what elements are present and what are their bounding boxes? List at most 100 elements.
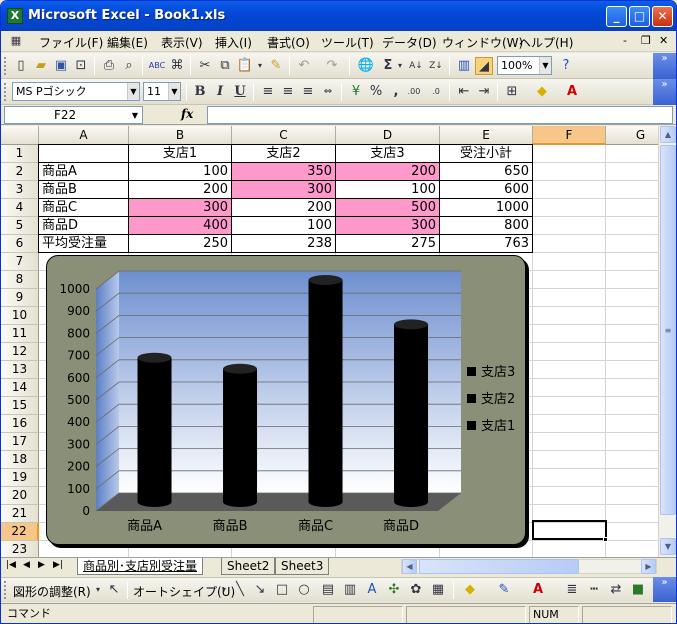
table-cell[interactable]: 100 (129, 163, 231, 180)
row-header[interactable]: 19 (1, 469, 39, 487)
align-right-icon[interactable]: ≡ (299, 83, 317, 101)
sheet-tab-1[interactable]: 商品別･支店別受注量 (77, 558, 204, 575)
scroll-thumb[interactable]: ≡ (660, 145, 676, 515)
new-icon[interactable]: ▯ (12, 57, 30, 75)
table-cell[interactable]: 600 (440, 181, 532, 198)
table-cell[interactable]: 支店2 (232, 145, 335, 162)
line-style-icon[interactable]: ≣ (563, 581, 581, 599)
table-cell[interactable]: 商品C (39, 199, 128, 216)
sheet-tab-3[interactable]: Sheet3 (275, 558, 330, 575)
permission-icon[interactable]: ⊡ (72, 57, 90, 75)
chevron-down-icon[interactable]: ▼ (168, 83, 180, 100)
align-left-icon[interactable]: ≡ (259, 83, 277, 101)
diagram-icon[interactable]: ✣ (385, 581, 403, 599)
redo-icon[interactable]: ↷ (323, 57, 341, 75)
arrow-style-icon[interactable]: ⇄ (607, 581, 625, 599)
open-icon[interactable]: ▰ (32, 57, 50, 75)
toolbar-options-icon[interactable]: » (653, 79, 676, 105)
select-objects-icon[interactable]: ↖ (105, 581, 123, 599)
dash-style-icon[interactable]: ┅ (585, 581, 603, 599)
chart-object[interactable]: 0 100 200 300 400 500 600 700 800 900 1000 商品A 商品B 商品… (46, 255, 526, 545)
row-header[interactable]: 18 (1, 451, 39, 469)
row-header[interactable]: 8 (1, 271, 39, 289)
align-center-icon[interactable]: ≡ (279, 83, 297, 101)
percent-icon[interactable]: % (367, 83, 385, 101)
spelling-icon[interactable]: ABC (148, 57, 166, 75)
sort-ascending-icon[interactable]: A↓ (407, 57, 425, 75)
row-header[interactable]: 20 (1, 487, 39, 505)
toolbar-grip[interactable] (4, 581, 7, 599)
table-cell[interactable] (39, 145, 128, 162)
research-icon[interactable]: ⌘ (168, 57, 186, 75)
row-header[interactable]: 14 (1, 379, 39, 397)
table-cell[interactable]: 300 (336, 217, 439, 234)
row-header[interactable]: 6 (1, 235, 39, 253)
column-header-c[interactable]: C (232, 126, 336, 145)
name-box[interactable]: F22 (4, 106, 143, 124)
arrow-icon[interactable]: ↘ (251, 581, 269, 599)
sheet-tab-2[interactable]: Sheet2 (221, 558, 276, 575)
shadow-icon[interactable]: ■ (629, 581, 647, 599)
borders-icon[interactable]: ⊞ (503, 83, 521, 101)
close-button[interactable]: ✕ (652, 6, 673, 27)
row-header[interactable]: 5 (1, 217, 39, 235)
row-header[interactable]: 22 (1, 523, 39, 541)
autosum-dropdown-icon[interactable]: ▾ (395, 57, 405, 75)
save-icon[interactable]: ▣ (52, 57, 70, 75)
toolbar-options-icon[interactable]: » (653, 53, 676, 79)
table-cell[interactable]: 238 (232, 235, 335, 252)
table-cell[interactable]: 支店1 (129, 145, 231, 162)
row-header[interactable]: 2 (1, 163, 39, 181)
merge-center-icon[interactable]: ⇔ (319, 83, 337, 101)
row-header[interactable]: 21 (1, 505, 39, 523)
hyperlink-icon[interactable]: 🌐 (357, 57, 375, 75)
paste-dropdown-icon[interactable]: ▾ (255, 57, 265, 75)
table-cell[interactable]: 400 (129, 217, 231, 234)
wordart-icon[interactable]: A (363, 581, 381, 599)
menu-data[interactable]: データ(D) (382, 34, 437, 51)
zoom-select[interactable]: 100% ▼ (497, 56, 552, 75)
row-header[interactable]: 10 (1, 307, 39, 325)
font-select[interactable]: MS Pゴシック ▼ (12, 82, 140, 101)
decrease-decimal-icon[interactable]: .0 (427, 83, 445, 101)
table-cell[interactable]: 300 (232, 181, 335, 198)
table-cell[interactable]: 200 (336, 163, 439, 180)
row-header[interactable]: 23 (1, 541, 39, 557)
column-header-f[interactable]: F (533, 126, 606, 145)
table-cell[interactable]: 200 (232, 199, 335, 216)
column-header-a[interactable]: A (39, 126, 129, 145)
increase-indent-icon[interactable]: ⇥ (475, 83, 493, 101)
scroll-right-icon[interactable]: ▶ (641, 559, 656, 574)
oval-icon[interactable]: ○ (295, 581, 313, 599)
line-color-icon[interactable]: ✎ (495, 581, 513, 599)
doc-close-icon[interactable]: ✕ (659, 34, 668, 47)
excel-icon[interactable]: X (7, 8, 23, 24)
row-header[interactable]: 3 (1, 181, 39, 199)
table-cell[interactable]: 100 (232, 217, 335, 234)
font-color-icon[interactable]: A (529, 581, 547, 599)
format-painter-icon[interactable]: ✎ (267, 57, 285, 75)
font-color-icon[interactable]: A (563, 83, 581, 101)
row-header[interactable]: 13 (1, 361, 39, 379)
menu-help[interactable]: ヘルプ(H) (519, 34, 573, 51)
doc-restore-icon[interactable]: ❐ (641, 34, 651, 47)
table-cell[interactable]: 800 (440, 217, 532, 234)
table-cell[interactable]: 商品B (39, 181, 128, 198)
menu-file[interactable]: ファイル(F) (39, 34, 103, 51)
table-cell[interactable]: 商品A (39, 163, 128, 180)
toolbar-grip[interactable] (4, 83, 7, 101)
print-icon[interactable]: ⎙ (100, 57, 118, 75)
row-header[interactable]: 9 (1, 289, 39, 307)
table-cell[interactable]: 支店3 (336, 145, 439, 162)
row-header[interactable]: 16 (1, 415, 39, 433)
sort-descending-icon[interactable]: Z↓ (427, 57, 445, 75)
line-icon[interactable]: ╲ (231, 581, 249, 599)
increase-decimal-icon[interactable]: .00 (405, 83, 423, 101)
rectangle-icon[interactable]: □ (273, 581, 291, 599)
menu-format[interactable]: 書式(O) (267, 34, 310, 51)
row-header[interactable]: 4 (1, 199, 39, 217)
scroll-left-icon[interactable]: ◀ (402, 559, 417, 574)
copy-icon[interactable]: ⧉ (216, 57, 234, 75)
table-cell[interactable]: 650 (440, 163, 532, 180)
table-cell[interactable]: 763 (440, 235, 532, 252)
